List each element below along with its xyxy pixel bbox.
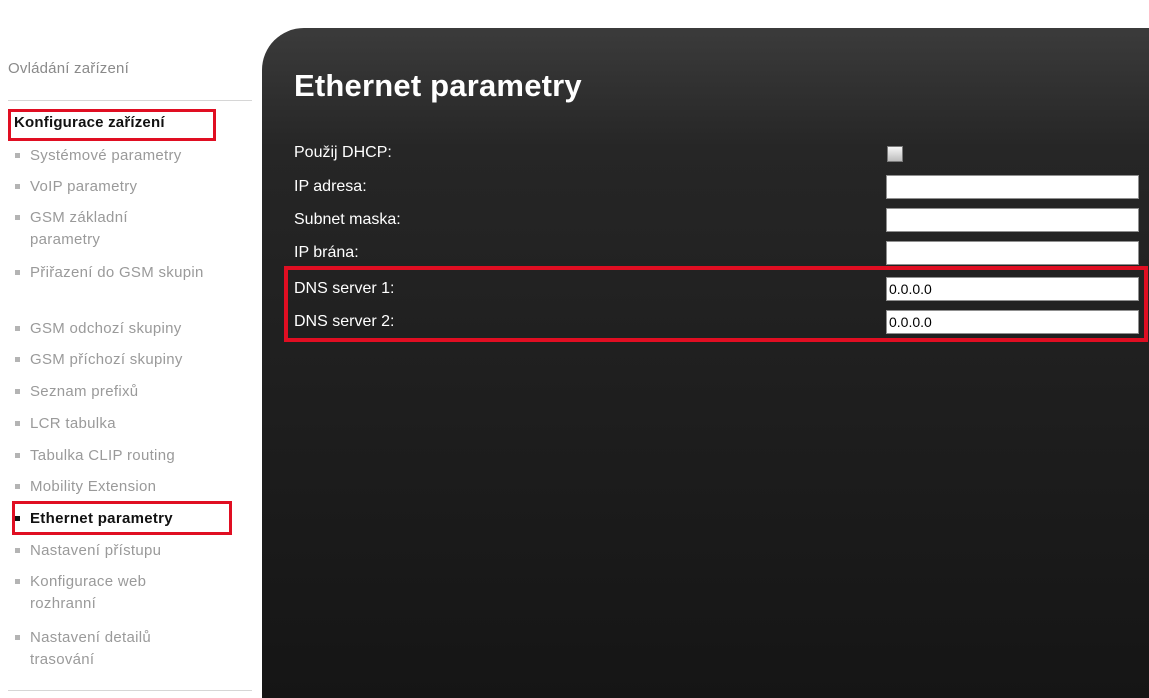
sidebar-header-device-control[interactable]: Ovládání zařízení [8,60,129,77]
bullet-icon [15,579,20,584]
subnet-mask-label: Subnet maska: [294,211,401,228]
sidebar-item-trace-details[interactable]: Nastavení detailů trasování [15,627,210,671]
sidebar-item-clip-routing[interactable]: Tabulka CLIP routing [15,445,258,467]
bullet-icon [15,326,20,331]
sidebar-item-label: VoIP parametry [30,178,138,195]
sidebar-item-web-config[interactable]: Konfigurace web rozhranní [15,571,210,615]
sidebar-item-label: Ethernet parametry [30,510,173,527]
dns1-label: DNS server 1: [294,280,395,297]
sidebar-item-prefix-list[interactable]: Seznam prefixů [15,381,258,403]
bullet-icon [15,548,20,553]
bullet-icon [15,516,20,521]
sidebar-item-mobility-extension[interactable]: Mobility Extension [15,476,258,498]
sidebar: Ovládání zařízení Konfigurace zařízení S… [0,0,262,698]
bullet-icon [15,635,20,640]
gateway-label: IP brána: [294,244,359,261]
sidebar-item-label: GSM základní parametry [30,209,128,248]
gateway-input[interactable] [886,241,1139,265]
ip-address-label: IP adresa: [294,178,367,195]
sidebar-item-label: Tabulka CLIP routing [30,447,175,464]
sidebar-item-label: GSM odchozí skupiny [30,320,182,337]
main-panel [262,28,1149,698]
dns1-input[interactable] [886,277,1139,301]
sidebar-item-system-params[interactable]: Systémové parametry [15,145,258,167]
sidebar-item-label: Nastavení detailů trasování [30,629,152,668]
dns2-input[interactable] [886,310,1139,334]
sidebar-divider [8,690,252,691]
bullet-icon [15,215,20,220]
sidebar-item-label: Mobility Extension [30,478,157,495]
sidebar-section-device-config[interactable]: Konfigurace zařízení [8,111,169,141]
bullet-icon [15,184,20,189]
dhcp-label: Použij DHCP: [294,144,392,161]
sidebar-item-label: Přiřazení do GSM skupin [30,264,204,281]
sidebar-item-label: Seznam prefixů [30,383,139,400]
sidebar-divider [8,100,252,101]
dhcp-checkbox[interactable] [887,146,903,162]
bullet-icon [15,421,20,426]
sidebar-item-gsm-group-assign[interactable]: Přiřazení do GSM skupin [15,262,210,284]
subnet-mask-input[interactable] [886,208,1139,232]
bullet-icon [15,153,20,158]
page-title: Ethernet parametry [294,68,582,103]
sidebar-item-gsm-outgoing-groups[interactable]: GSM odchozí skupiny [15,318,258,340]
sidebar-item-label: Systémové parametry [30,147,182,164]
bullet-icon [15,484,20,489]
sidebar-item-ethernet-params[interactable]: Ethernet parametry [15,508,258,530]
bullet-icon [15,389,20,394]
sidebar-item-access-settings[interactable]: Nastavení přístupu [15,540,258,562]
sidebar-item-label: GSM příchozí skupiny [30,351,183,368]
sidebar-item-gsm-incoming-groups[interactable]: GSM příchozí skupiny [15,349,258,371]
sidebar-item-lcr-table[interactable]: LCR tabulka [15,413,258,435]
sidebar-item-voip-params[interactable]: VoIP parametry [15,176,258,198]
sidebar-item-gsm-basic-params[interactable]: GSM základní parametry [15,207,180,251]
bullet-icon [15,357,20,362]
sidebar-item-label: LCR tabulka [30,415,116,432]
ip-address-input[interactable] [886,175,1139,199]
sidebar-item-label: Nastavení přístupu [30,542,162,559]
bullet-icon [15,270,20,275]
dns2-label: DNS server 2: [294,313,395,330]
bullet-icon [15,453,20,458]
sidebar-item-label: Konfigurace web rozhranní [30,573,147,612]
